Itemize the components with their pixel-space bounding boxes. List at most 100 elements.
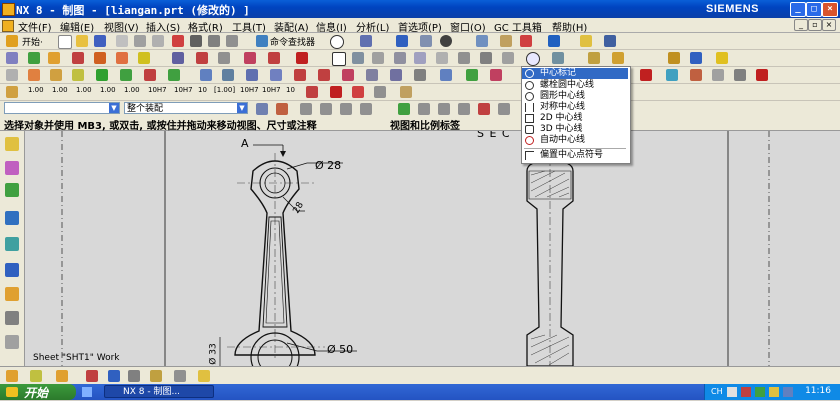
bottom-view-icon[interactable] <box>108 370 120 382</box>
attribute-icon[interactable] <box>28 69 40 81</box>
repeat-icon[interactable] <box>226 35 238 47</box>
open-icon[interactable] <box>76 35 88 47</box>
dim-format-icon[interactable] <box>374 86 386 98</box>
dimension-diameter-50[interactable]: Ø 50 <box>327 343 353 356</box>
zoom-icon[interactable] <box>342 69 354 81</box>
tray-network-icon[interactable] <box>755 387 765 397</box>
move-view-icon[interactable] <box>268 52 280 64</box>
menu-item-2d-centerline[interactable]: 2D 中心线 <box>522 113 628 124</box>
snap-point-on-curve-icon[interactable] <box>458 103 470 115</box>
dim-style-7[interactable]: 10H7 <box>174 86 193 94</box>
projected-view-icon[interactable] <box>48 52 60 64</box>
settings-icon[interactable] <box>690 52 702 64</box>
menu-assembly[interactable]: 装配(A) <box>274 19 309 34</box>
view-dependent-icon[interactable] <box>244 52 256 64</box>
check-icon[interactable] <box>690 69 702 81</box>
history-icon[interactable] <box>5 263 19 277</box>
drawing-sheet-icon[interactable] <box>6 52 18 64</box>
tool-icon[interactable] <box>500 35 512 47</box>
dim-style-icon[interactable] <box>6 86 18 98</box>
gear-icon[interactable] <box>734 69 746 81</box>
rotate-icon[interactable] <box>414 69 426 81</box>
dimension-icon[interactable] <box>466 69 478 81</box>
update-view-icon[interactable] <box>196 52 208 64</box>
snap-quadrant-icon[interactable] <box>418 103 430 115</box>
fit-icon[interactable] <box>366 69 378 81</box>
start-menu-button[interactable]: 开始 <box>0 384 76 400</box>
symbol-icon[interactable] <box>50 69 62 81</box>
dim-style-6[interactable]: 10H7 <box>148 86 167 94</box>
process-studio-icon[interactable] <box>5 311 19 325</box>
dim-text-icon[interactable] <box>352 86 364 98</box>
hide-icon[interactable] <box>144 69 156 81</box>
id-symbol-icon[interactable] <box>394 52 406 64</box>
table-icon[interactable] <box>552 52 564 64</box>
close-button[interactable]: × <box>822 2 838 17</box>
paste-icon[interactable] <box>152 35 164 47</box>
menu-tools[interactable]: 工具(T) <box>232 19 266 34</box>
start-button[interactable]: 开始· <box>22 35 43 48</box>
menu-item-circular-centerline[interactable]: 圆形中心线 <box>522 91 628 102</box>
part-navigator-icon[interactable] <box>5 137 19 151</box>
menu-item-symmetric-centerline[interactable]: 对称中心线 <box>522 102 628 113</box>
menu-item-3d-centerline[interactable]: 3D 中心线 <box>522 124 628 135</box>
delete-icon[interactable] <box>172 35 184 47</box>
weld-symbol-icon[interactable] <box>436 52 448 64</box>
doc-close-button[interactable]: × <box>822 19 836 31</box>
style-icon[interactable] <box>270 69 282 81</box>
menu-edit[interactable]: 编辑(E) <box>60 19 94 34</box>
select-all-icon[interactable] <box>276 103 288 115</box>
menu-item-bolt-circle-centerline[interactable]: 螺栓圆中心线 <box>522 80 628 91</box>
snap-control-icon[interactable] <box>340 103 352 115</box>
scale-icon[interactable] <box>222 69 234 81</box>
grid-icon[interactable] <box>96 69 108 81</box>
snap-end-icon[interactable] <box>300 103 312 115</box>
bottom-layer-icon[interactable] <box>128 370 140 382</box>
note-icon[interactable] <box>332 52 346 66</box>
system-materials-icon[interactable] <box>5 287 19 301</box>
start-icon[interactable] <box>6 35 18 47</box>
menu-gc-toolbox[interactable]: GC 工具箱 <box>494 19 542 34</box>
chain-dim-icon[interactable] <box>490 69 502 81</box>
taskbar-clock[interactable]: 11:16 <box>805 386 831 396</box>
snap-mid-icon[interactable] <box>320 103 332 115</box>
datum-icon[interactable] <box>372 52 384 64</box>
undo-icon[interactable] <box>190 35 202 47</box>
dim-style-4[interactable]: 1.00 <box>100 86 116 94</box>
dim-style-11[interactable]: 10H7 <box>262 86 281 94</box>
layer-settings-icon[interactable] <box>712 69 724 81</box>
window-icon[interactable] <box>548 35 560 47</box>
command-finder-label[interactable]: 命令查找器 <box>270 35 315 48</box>
tray-keyboard-icon[interactable] <box>727 387 737 397</box>
cut-icon[interactable] <box>116 35 128 47</box>
revolved-section-icon[interactable] <box>138 52 150 64</box>
bottom-tool-icon[interactable] <box>56 370 68 382</box>
menu-window[interactable]: 窗口(O) <box>450 19 486 34</box>
origin-icon[interactable] <box>318 69 330 81</box>
snap-face-icon[interactable] <box>498 103 510 115</box>
scope-arrow-icon[interactable]: ▼ <box>237 103 247 113</box>
menu-help[interactable]: 帮助(H) <box>552 19 587 34</box>
scope-select[interactable]: 整个装配 ▼ <box>124 102 248 114</box>
snap-center-icon[interactable] <box>478 103 490 115</box>
edit-style-icon[interactable] <box>668 52 680 64</box>
menu-insert[interactable]: 插入(S) <box>146 19 180 34</box>
dim-settings-icon[interactable] <box>306 86 318 98</box>
document-icon[interactable] <box>2 20 14 32</box>
hd3d-tools-icon[interactable] <box>5 237 19 251</box>
tray-volume-icon[interactable] <box>769 387 779 397</box>
tray-security-icon[interactable] <box>741 387 751 397</box>
type-filter-select[interactable]: ▼ <box>4 102 120 114</box>
half-section-icon[interactable] <box>116 52 128 64</box>
dim-more-icon[interactable] <box>400 86 412 98</box>
save-icon[interactable] <box>94 35 106 47</box>
menu-item-automatic-centerline[interactable]: 自动中心线 <box>522 135 628 146</box>
tolerance-icon[interactable] <box>756 69 768 81</box>
snap-arc-icon[interactable] <box>398 103 410 115</box>
target-point-icon[interactable] <box>458 52 470 64</box>
pan-icon[interactable] <box>390 69 402 81</box>
bottom-snap-icon[interactable] <box>30 370 42 382</box>
menu-item-offset-center-point[interactable]: 偏置中心点符号 <box>522 150 628 161</box>
detail-view-icon[interactable] <box>72 52 84 64</box>
dimension-diameter-33[interactable]: Ø 33 <box>209 343 219 364</box>
